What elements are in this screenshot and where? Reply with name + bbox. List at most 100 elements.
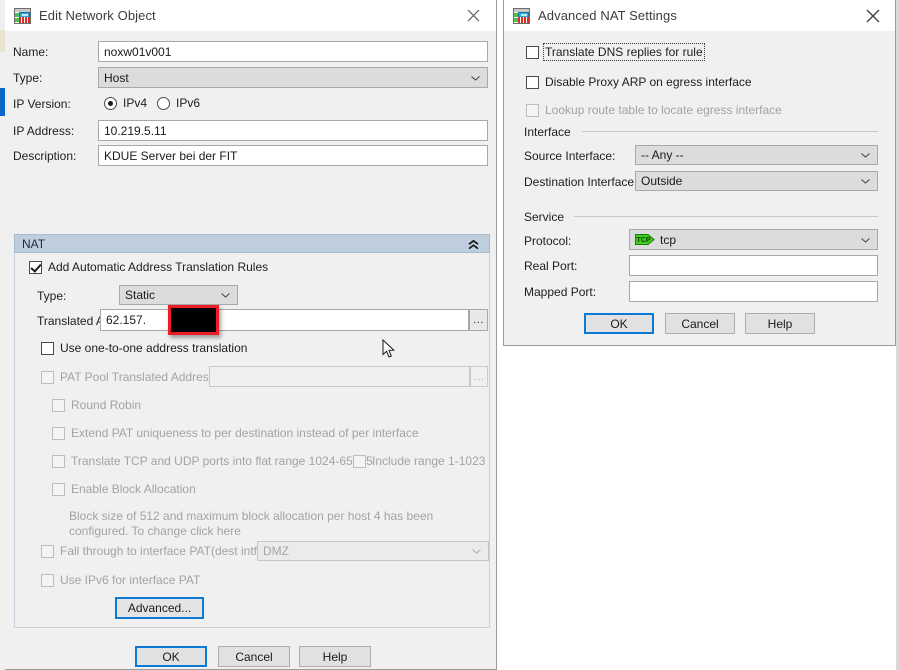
screen: Edit Network Object Name: noxw01v001 Typ…	[0, 0, 899, 670]
lookup-route-checkbox	[526, 103, 539, 117]
destination-interface-dropdown[interactable]: Outside	[635, 171, 878, 191]
edit-network-object-dialog: Edit Network Object Name: noxw01v001 Typ…	[5, 0, 497, 670]
include-range-row: Include range 1-1023	[353, 454, 485, 468]
nat-type-value: Static	[125, 288, 156, 302]
chevron-down-icon	[861, 179, 870, 184]
translate-dns-checkbox[interactable]	[526, 45, 539, 59]
advanced-nat-settings-dialog: Advanced NAT Settings Translate DNS repl…	[503, 0, 896, 346]
ok-button[interactable]: OK	[584, 313, 654, 334]
mapped-port-input[interactable]	[629, 281, 878, 302]
help-button[interactable]: Help	[299, 646, 371, 667]
edit-dialog-titlebar: Edit Network Object	[5, 0, 496, 31]
translated-addr-input[interactable]: 62.157.	[100, 309, 469, 331]
advanced-dialog-titlebar: Advanced NAT Settings	[504, 0, 895, 31]
ok-button[interactable]: OK	[135, 646, 207, 667]
tcp-icon: TCP	[635, 234, 655, 245]
translate-dns-row[interactable]: Translate DNS replies for rule	[526, 43, 705, 61]
flat-range-checkbox	[52, 454, 65, 468]
destination-interface-label: Destination Interface:	[524, 175, 638, 189]
chevron-down-icon	[472, 549, 481, 554]
add-auto-translation-rules-label: Add Automatic Address Translation Rules	[48, 260, 269, 274]
edit-dialog-title: Edit Network Object	[39, 8, 156, 23]
block-allocation-note: Block size of 512 and maximum block allo…	[69, 509, 434, 538]
ipv4-radio-row[interactable]: IPv4	[104, 96, 147, 110]
use-ipv6-pat-label: Use IPv6 for interface PAT	[60, 573, 201, 587]
use-ipv6-pat-checkbox	[41, 573, 54, 587]
one-to-one-checkbox[interactable]	[41, 341, 54, 355]
ipv6-label: IPv6	[176, 96, 201, 110]
flat-range-row: Translate TCP and UDP ports into flat ra…	[52, 454, 373, 468]
ip-address-input[interactable]: 10.219.5.11	[98, 120, 488, 141]
protocol-dropdown[interactable]: TCP tcp	[629, 229, 878, 250]
one-to-one-row[interactable]: Use one-to-one address translation	[41, 341, 247, 355]
round-robin-row: Round Robin	[52, 398, 141, 412]
fall-through-value: DMZ	[263, 544, 289, 558]
disable-proxy-arp-label: Disable Proxy ARP on egress interface	[545, 75, 752, 89]
advanced-dialog-title: Advanced NAT Settings	[538, 8, 677, 23]
fall-through-label: Fall through to interface PAT(dest intf)…	[60, 544, 265, 558]
service-group-divider	[574, 216, 878, 217]
extend-pat-label: Extend PAT uniqueness to per destination…	[71, 426, 419, 440]
nat-type-label: Type:	[37, 289, 67, 303]
name-input[interactable]: noxw01v001	[98, 41, 488, 62]
include-range-label: Include range 1-1023	[372, 454, 486, 468]
pat-pool-label: PAT Pool Translated Address:	[60, 370, 219, 384]
include-range-checkbox	[353, 454, 366, 468]
type-dropdown[interactable]: Host	[98, 67, 488, 88]
add-auto-translation-rules-checkbox[interactable]	[29, 260, 42, 274]
real-port-input[interactable]	[629, 255, 878, 276]
source-interface-value: -- Any --	[641, 148, 684, 162]
source-interface-label: Source Interface:	[524, 149, 616, 163]
ipv6-radio[interactable]	[157, 96, 170, 110]
svg-text:TCP: TCP	[637, 237, 651, 244]
help-button[interactable]: Help	[745, 313, 815, 334]
cancel-button[interactable]: Cancel	[665, 313, 735, 334]
protocol-label: Protocol:	[524, 234, 572, 248]
close-icon[interactable]	[850, 0, 895, 31]
disable-proxy-arp-checkbox[interactable]	[526, 75, 539, 89]
nat-type-dropdown[interactable]: Static	[119, 285, 238, 305]
lookup-route-label: Lookup route table to locate egress inte…	[545, 103, 782, 117]
chevron-down-icon	[861, 153, 870, 158]
type-value: Host	[104, 70, 129, 85]
extend-pat-checkbox	[52, 426, 65, 440]
flat-range-label: Translate TCP and UDP ports into flat ra…	[71, 454, 373, 468]
source-interface-dropdown[interactable]: -- Any --	[635, 145, 878, 165]
type-label: Type:	[13, 71, 43, 85]
disable-proxy-arp-row[interactable]: Disable Proxy ARP on egress interface	[526, 75, 752, 89]
service-group-title: Service	[524, 210, 569, 224]
destination-interface-value: Outside	[641, 174, 683, 188]
chevron-double-up-icon[interactable]	[468, 239, 479, 253]
advanced-button[interactable]: Advanced...	[115, 597, 204, 619]
add-auto-translation-rules-row[interactable]: Add Automatic Address Translation Rules	[29, 260, 268, 274]
name-label: Name:	[13, 45, 49, 59]
redaction-box	[168, 305, 219, 335]
fall-through-row: Fall through to interface PAT(dest intf)…	[41, 544, 264, 558]
chevron-down-icon	[861, 237, 870, 243]
ip-version-label: IP Version:	[13, 97, 71, 111]
description-input[interactable]: KDUE Server bei der FIT	[98, 145, 488, 166]
cancel-button[interactable]: Cancel	[218, 646, 290, 667]
lookup-route-row: Lookup route table to locate egress inte…	[526, 103, 782, 117]
fall-through-dropdown: DMZ	[257, 541, 489, 561]
use-ipv6-pat-row: Use IPv6 for interface PAT	[41, 573, 200, 587]
close-icon[interactable]	[451, 0, 496, 31]
ip-address-label: IP Address:	[13, 124, 75, 138]
ipv4-label: IPv4	[123, 96, 148, 110]
round-robin-checkbox	[52, 398, 65, 412]
protocol-value: tcp	[660, 232, 677, 247]
description-label: Description:	[13, 149, 77, 163]
ipv6-radio-row[interactable]: IPv6	[157, 96, 200, 110]
block-allocation-row: Enable Block Allocation	[52, 482, 196, 496]
one-to-one-label: Use one-to-one address translation	[60, 341, 248, 355]
mapped-port-label: Mapped Port:	[524, 285, 597, 299]
extend-pat-row: Extend PAT uniqueness to per destination…	[52, 426, 419, 440]
pat-pool-checkbox	[41, 370, 54, 384]
network-object-icon	[14, 7, 31, 24]
ipv4-radio[interactable]	[104, 96, 117, 110]
interface-group-divider	[582, 131, 878, 132]
nat-panel-header[interactable]: NAT	[14, 234, 490, 253]
translated-addr-browse-button[interactable]: ...	[469, 309, 488, 331]
chevron-down-icon	[221, 293, 230, 298]
background-desktop	[503, 346, 899, 670]
